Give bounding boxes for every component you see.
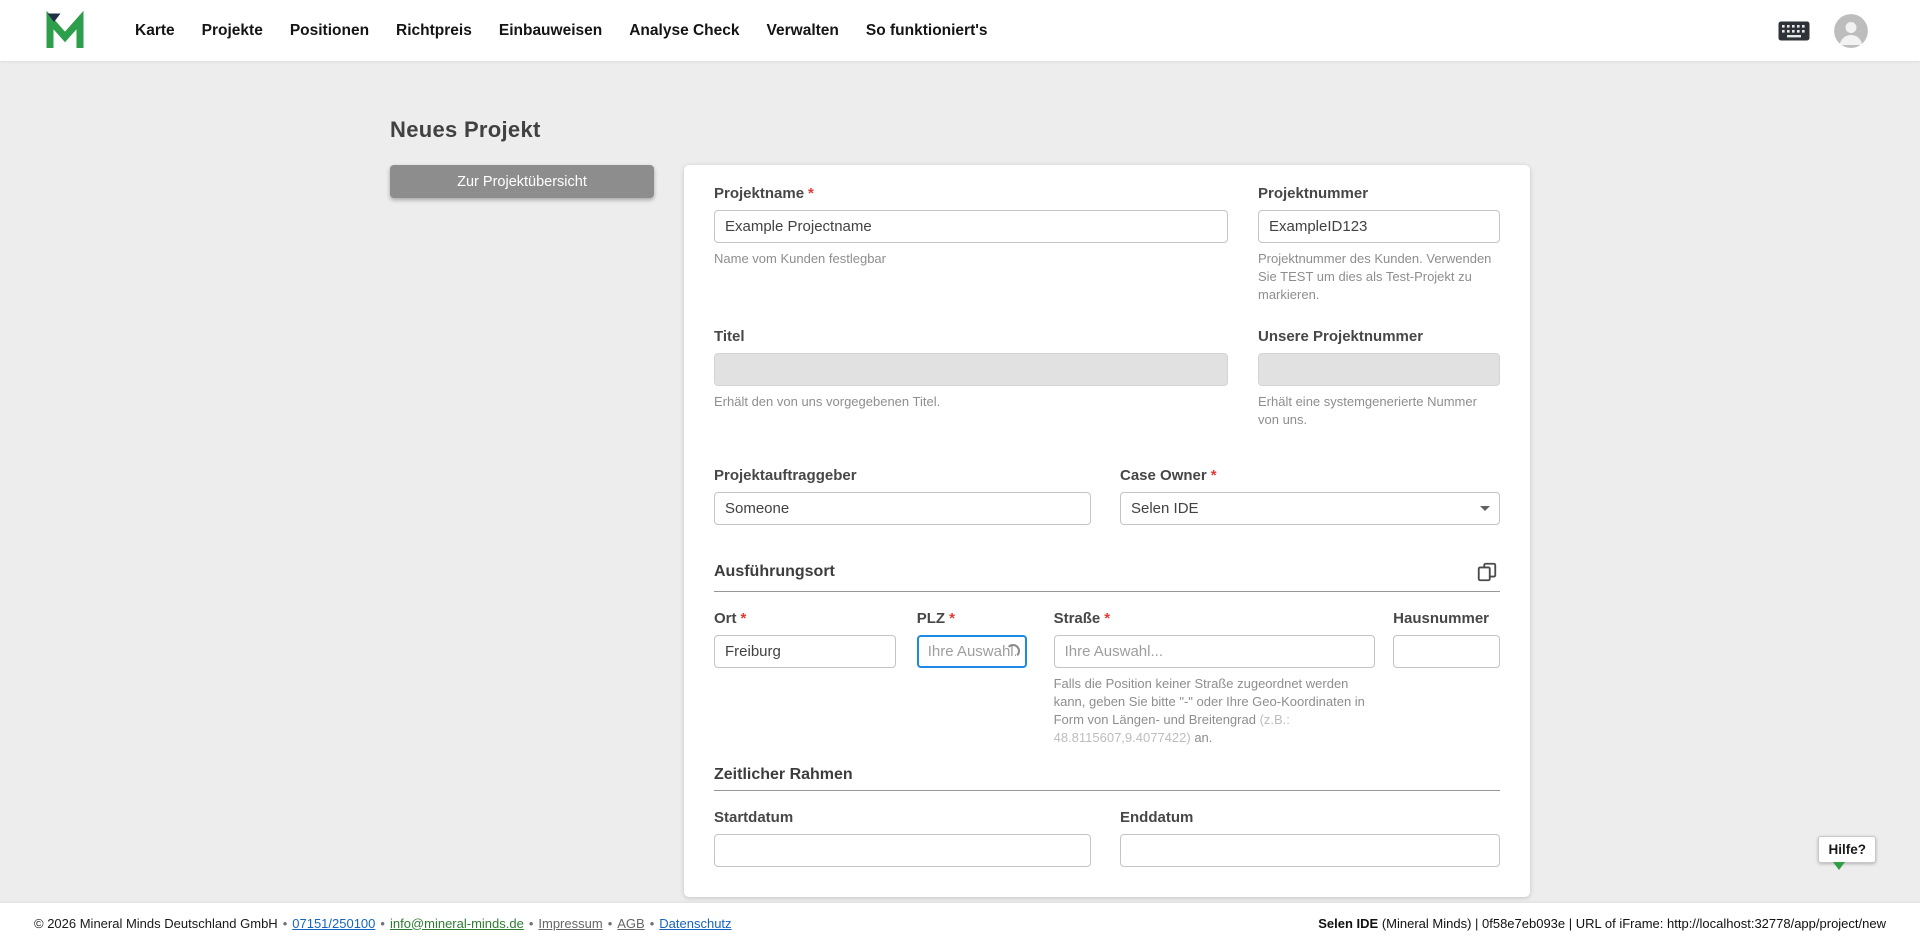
- projektauftraggeber-input[interactable]: [714, 491, 1091, 525]
- hausnummer-input[interactable]: [1393, 634, 1500, 668]
- main-content: Neues Projekt Zur Projektübersicht Proje…: [0, 61, 1920, 903]
- ort-input[interactable]: [714, 634, 896, 668]
- case-owner-label: Case Owner *: [1120, 467, 1500, 485]
- label-text: Projektname: [714, 185, 805, 202]
- required-asterisk: *: [808, 185, 814, 202]
- section-divider: [714, 590, 1500, 592]
- nav-item-verwalten[interactable]: Verwalten: [767, 22, 839, 40]
- titel-helper: Erhält den von uns vorgegebenen Titel.: [714, 393, 941, 409]
- unsere-projektnummer-helper: Erhält eine systemgenerierte Nummer von …: [1258, 393, 1477, 427]
- label-text: Case Owner: [1120, 466, 1207, 484]
- nav-item-so-funktionierts[interactable]: So funktioniert's: [866, 22, 988, 40]
- helper-text: Falls die Position keiner Straße zugeord…: [1053, 675, 1365, 727]
- separator-dot: •: [649, 915, 655, 931]
- session-info: Selen IDE (Mineral Minds) | 0f58e7eb093e…: [1318, 916, 1886, 931]
- projektnummer-label: Projektnummer: [1258, 185, 1500, 203]
- projektname-input[interactable]: [714, 210, 1228, 243]
- agb-link[interactable]: AGB: [617, 916, 644, 931]
- strasse-input[interactable]: [1053, 634, 1376, 668]
- enddatum-input[interactable]: [1120, 834, 1500, 868]
- separator-dot: •: [282, 915, 288, 931]
- top-navigation: Karte Projekte Positionen Richtpreis Ein…: [0, 0, 1920, 61]
- footer-links: © 2026 Mineral Minds Deutschland GmbH • …: [34, 916, 732, 931]
- nav-item-projekte[interactable]: Projekte: [202, 22, 263, 40]
- required-asterisk: *: [1210, 466, 1217, 484]
- user-avatar-icon[interactable]: [1834, 13, 1868, 48]
- section-divider: [714, 790, 1500, 792]
- datenschutz-link[interactable]: Datenschutz: [659, 916, 731, 931]
- copyright-text: © 2026 Mineral Minds Deutschland GmbH: [34, 915, 278, 931]
- label-text: Unsere Projektnummer: [1258, 327, 1424, 345]
- nav-item-einbauweisen[interactable]: Einbauweisen: [499, 22, 602, 40]
- label-text: Projektauftraggeber: [714, 466, 857, 484]
- titel-label: Titel: [714, 328, 1228, 346]
- help-label: Hilfe?: [1828, 842, 1866, 857]
- impressum-link[interactable]: Impressum: [538, 916, 602, 931]
- projektnummer-helper: Projektnummer des Kunden. Verwenden Sie …: [1258, 251, 1492, 302]
- help-bubble-tail-icon: [1833, 862, 1846, 870]
- ort-label: Ort *: [714, 610, 896, 628]
- startdatum-input[interactable]: [714, 834, 1091, 868]
- projektnummer-input[interactable]: [1258, 210, 1500, 243]
- separator-dot: •: [380, 915, 385, 931]
- nav-item-karte[interactable]: Karte: [135, 22, 175, 40]
- mineral-minds-logo-icon[interactable]: [45, 10, 85, 51]
- projektname-helper: Name vom Kunden festlegbar: [714, 251, 886, 266]
- section-title-zeitlicher-rahmen: Zeitlicher Rahmen: [714, 766, 853, 784]
- email-link[interactable]: info@mineral-minds.de: [390, 916, 524, 931]
- label-text: Titel: [714, 327, 745, 345]
- label-text: Hausnummer: [1393, 609, 1489, 627]
- separator-dot: •: [528, 915, 534, 931]
- startdatum-label: Startdatum: [714, 809, 1091, 827]
- main-nav: Karte Projekte Positionen Richtpreis Ein…: [135, 22, 988, 40]
- session-user: Selen IDE: [1318, 915, 1379, 931]
- loading-spinner-icon: [1005, 643, 1020, 658]
- plz-label: PLZ *: [917, 610, 1027, 628]
- new-project-form-card: Projektname* Name vom Kunden festlegbar …: [684, 165, 1530, 898]
- nav-item-analyse-check[interactable]: Analyse Check: [629, 22, 739, 40]
- keyboard-icon[interactable]: [1778, 21, 1810, 41]
- projektname-label: Projektname *: [714, 185, 1228, 203]
- nav-right-actions: [1778, 13, 1868, 48]
- label-text: Startdatum: [714, 809, 794, 827]
- unsere-projektnummer-input: [1258, 352, 1500, 386]
- page-title: Neues Projekt: [390, 117, 541, 142]
- label-text: Ort: [714, 609, 737, 627]
- enddatum-label: Enddatum: [1120, 809, 1500, 827]
- footer: © 2026 Mineral Minds Deutschland GmbH • …: [0, 903, 1920, 943]
- phone-link[interactable]: 07151/250100: [292, 916, 375, 931]
- unsere-projektnummer-label: Unsere Projektnummer: [1258, 328, 1500, 346]
- label-text: PLZ: [916, 609, 946, 627]
- session-details: (Mineral Minds) | 0f58e7eb093e | URL of …: [1378, 915, 1886, 931]
- label-text: Straße: [1053, 609, 1101, 627]
- label-text: Projektnummer: [1258, 185, 1369, 202]
- section-title-ausfuehrungsort: Ausführungsort: [714, 562, 835, 580]
- required-asterisk: *: [949, 609, 955, 627]
- case-owner-select[interactable]: Selen IDE: [1120, 491, 1500, 525]
- strasse-helper: Falls die Position keiner Straße zugeord…: [1054, 675, 1376, 747]
- required-asterisk: *: [1104, 609, 1111, 627]
- label-text: Enddatum: [1120, 809, 1194, 827]
- nav-item-positionen[interactable]: Positionen: [290, 22, 369, 40]
- required-asterisk: *: [740, 609, 747, 627]
- strasse-label: Straße *: [1054, 610, 1376, 628]
- separator-dot: •: [607, 915, 613, 931]
- titel-input: [714, 352, 1228, 386]
- hausnummer-label: Hausnummer: [1393, 610, 1500, 628]
- nav-item-richtpreis[interactable]: Richtpreis: [396, 22, 472, 40]
- help-button[interactable]: Hilfe?: [1818, 836, 1876, 870]
- back-to-project-overview-button[interactable]: Zur Projektübersicht: [390, 165, 654, 198]
- helper-text-end: an.: [1190, 729, 1213, 745]
- chevron-down-icon: [1480, 506, 1490, 512]
- select-value: Selen IDE: [1131, 499, 1199, 517]
- projektauftraggeber-label: Projektauftraggeber: [714, 467, 1091, 485]
- copy-icon[interactable]: [1474, 559, 1500, 585]
